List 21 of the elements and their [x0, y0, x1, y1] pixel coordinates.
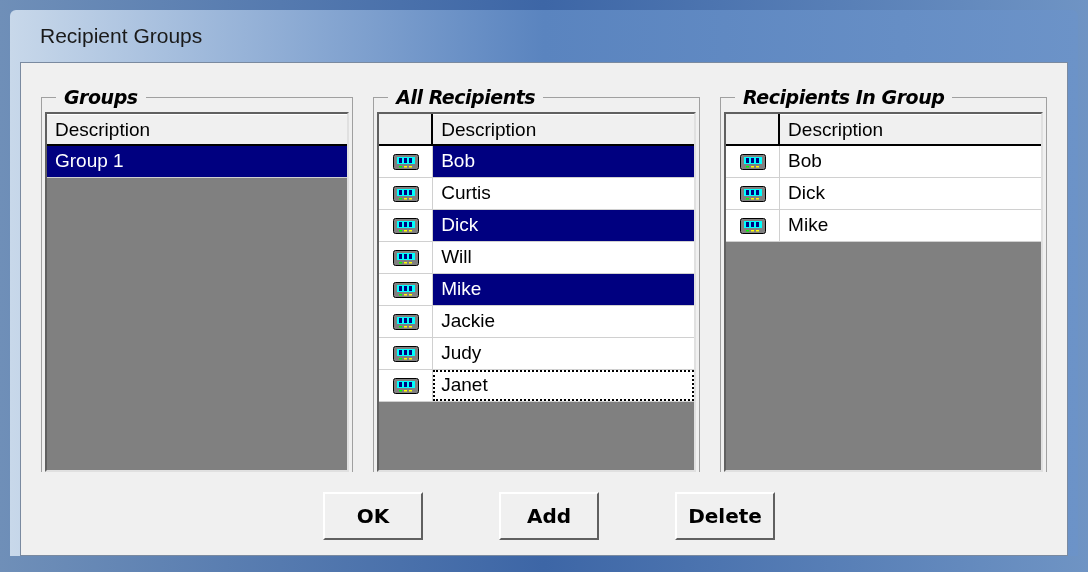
- list-row[interactable]: Dick: [433, 210, 695, 241]
- abc-display-icon: [739, 217, 766, 234]
- list-row[interactable]: Mike: [433, 274, 695, 305]
- dialog-button[interactable]: Add: [499, 492, 599, 540]
- abc-display-icon: [392, 249, 419, 266]
- abc-display-icon: [392, 345, 419, 362]
- abc-display-icon: [392, 153, 419, 170]
- abc-display-icon: [392, 217, 419, 234]
- abc-display-icon: [739, 185, 766, 202]
- abc-display-icon: [392, 185, 419, 202]
- abc-display-icon: [739, 153, 766, 170]
- list-row[interactable]: Janet: [433, 370, 695, 401]
- list-row[interactable]: Group 1: [47, 146, 348, 177]
- abc-display-icon: [392, 313, 419, 330]
- dialog-button[interactable]: OK: [323, 492, 423, 540]
- list-row[interactable]: Bob: [433, 146, 695, 177]
- column-header[interactable]: Description: [47, 114, 348, 144]
- window-title: Recipient Groups: [39, 23, 204, 50]
- dialog-button[interactable]: Delete: [675, 492, 775, 540]
- abc-display-icon: [392, 377, 419, 394]
- abc-display-icon: [392, 281, 419, 298]
